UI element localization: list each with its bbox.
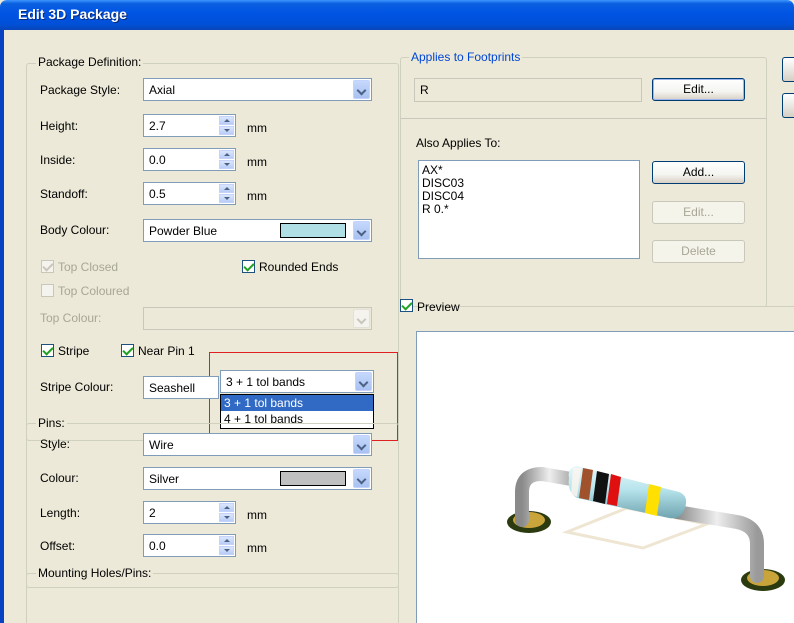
top-coloured-checkbox[interactable] — [41, 284, 54, 297]
spin-up-icon[interactable] — [219, 503, 234, 512]
ok-button-partial[interactable] — [782, 57, 794, 82]
footprint-value: R — [420, 83, 429, 97]
spin-down-icon[interactable] — [219, 194, 234, 203]
spin-up-icon[interactable] — [219, 150, 234, 159]
package-style-label: Package Style: — [40, 83, 121, 97]
chevron-down-icon[interactable] — [353, 309, 370, 328]
standoff-spinner[interactable] — [219, 184, 234, 203]
pin-style-label: Style: — [40, 437, 71, 451]
body-colour-label: Body Colour: — [40, 223, 110, 237]
standoff-input[interactable]: 0.5 — [143, 182, 236, 205]
near-pin-1-checkbox[interactable] — [121, 344, 134, 357]
chevron-down-icon[interactable] — [353, 221, 370, 240]
preview-divider — [475, 306, 794, 307]
length-unit: mm — [247, 508, 267, 522]
title-bar: Edit 3D Package — [0, 0, 794, 30]
mounting-label: Mounting Holes/Pins: — [36, 566, 154, 580]
inside-value: 0.0 — [149, 153, 166, 167]
top-colour-select[interactable] — [143, 307, 372, 330]
pin-colour-label: Colour: — [40, 471, 79, 485]
top-closed-label: Top Closed — [58, 260, 119, 274]
top-closed-checkbox[interactable] — [41, 260, 54, 273]
resistor-3d-preview — [507, 466, 785, 591]
footprint-field: R — [414, 78, 642, 102]
height-input[interactable]: 2.7 — [143, 114, 236, 137]
pin-style-value: Wire — [149, 438, 174, 452]
offset-value: 0.0 — [149, 539, 166, 553]
stripe-colour-value: Seashell — [149, 381, 196, 395]
preview-label: Preview — [417, 300, 460, 314]
spin-up-icon[interactable] — [219, 184, 234, 193]
height-value: 2.7 — [149, 119, 166, 133]
list-item[interactable]: R 0.* — [419, 203, 639, 216]
spin-down-icon[interactable] — [219, 126, 234, 135]
offset-unit: mm — [247, 541, 267, 555]
footprint-edit-button[interactable]: Edit... — [652, 78, 745, 101]
spin-down-icon[interactable] — [219, 160, 234, 169]
pin-colour-value: Silver — [149, 472, 180, 486]
spin-up-icon[interactable] — [219, 116, 234, 125]
top-colour-label: Top Colour: — [40, 311, 102, 325]
window-title: Edit 3D Package — [18, 6, 127, 22]
offset-spinner[interactable] — [219, 536, 234, 555]
length-input[interactable]: 2 — [143, 501, 236, 524]
delete-button[interactable]: Delete — [652, 240, 745, 263]
pin-colour-swatch — [280, 471, 346, 486]
stripe-colour-label: Stripe Colour: — [40, 380, 114, 394]
length-spinner[interactable] — [219, 503, 234, 522]
pins-label: Pins: — [36, 416, 67, 430]
spin-down-icon[interactable] — [219, 546, 234, 555]
mounting-group — [26, 573, 399, 623]
stripe-label: Stripe — [58, 344, 90, 358]
near-pin-1-label: Near Pin 1 — [138, 344, 195, 358]
spin-down-icon[interactable] — [219, 513, 234, 522]
spin-up-icon[interactable] — [219, 536, 234, 545]
pin-style-select[interactable]: Wire — [143, 433, 372, 456]
preview-panel — [416, 331, 794, 623]
package-style-select[interactable]: Axial — [143, 78, 372, 101]
divider — [401, 118, 766, 119]
top-coloured-label: Top Coloured — [58, 284, 130, 298]
add-button[interactable]: Add... — [652, 161, 745, 184]
list-item[interactable]: DISC04 — [419, 190, 639, 203]
height-label: Height: — [40, 119, 79, 133]
body-colour-select[interactable]: Powder Blue — [143, 219, 372, 242]
height-spinner[interactable] — [219, 116, 234, 135]
offset-label: Offset: — [40, 539, 76, 553]
chevron-down-icon[interactable] — [353, 435, 370, 454]
height-unit: mm — [247, 121, 267, 135]
chevron-down-icon[interactable] — [353, 80, 370, 99]
cancel-button-partial[interactable] — [782, 93, 794, 118]
pin-colour-select[interactable]: Silver — [143, 467, 372, 490]
package-style-value: Axial — [149, 83, 176, 97]
length-label: Length: — [40, 506, 81, 520]
body-colour-swatch — [280, 223, 346, 238]
package-definition-label: Package Definition: — [36, 55, 144, 69]
also-edit-button[interactable]: Edit... — [652, 201, 745, 224]
standoff-unit: mm — [247, 189, 267, 203]
length-value: 2 — [149, 506, 156, 520]
standoff-value: 0.5 — [149, 187, 166, 201]
also-applies-list[interactable]: AX* DISC03 DISC04 R 0.* — [418, 160, 640, 259]
preview-checkbox[interactable] — [400, 299, 413, 312]
stripe-checkbox[interactable] — [41, 344, 54, 357]
stripe-colour-select[interactable]: Seashell — [143, 376, 219, 399]
chevron-down-icon[interactable] — [353, 469, 370, 488]
rounded-ends-checkbox[interactable] — [242, 260, 255, 273]
applies-footprints-label: Applies to Footprints — [409, 50, 523, 64]
inside-spinner[interactable] — [219, 150, 234, 169]
inside-label: Inside: — [40, 153, 76, 167]
offset-input[interactable]: 0.0 — [143, 534, 236, 557]
body-colour-value: Powder Blue — [149, 224, 218, 238]
inside-input[interactable]: 0.0 — [143, 148, 236, 171]
inside-unit: mm — [247, 155, 267, 169]
also-applies-label: Also Applies To: — [416, 136, 501, 150]
rounded-ends-label: Rounded Ends — [259, 260, 339, 274]
standoff-label: Standoff: — [40, 187, 88, 201]
